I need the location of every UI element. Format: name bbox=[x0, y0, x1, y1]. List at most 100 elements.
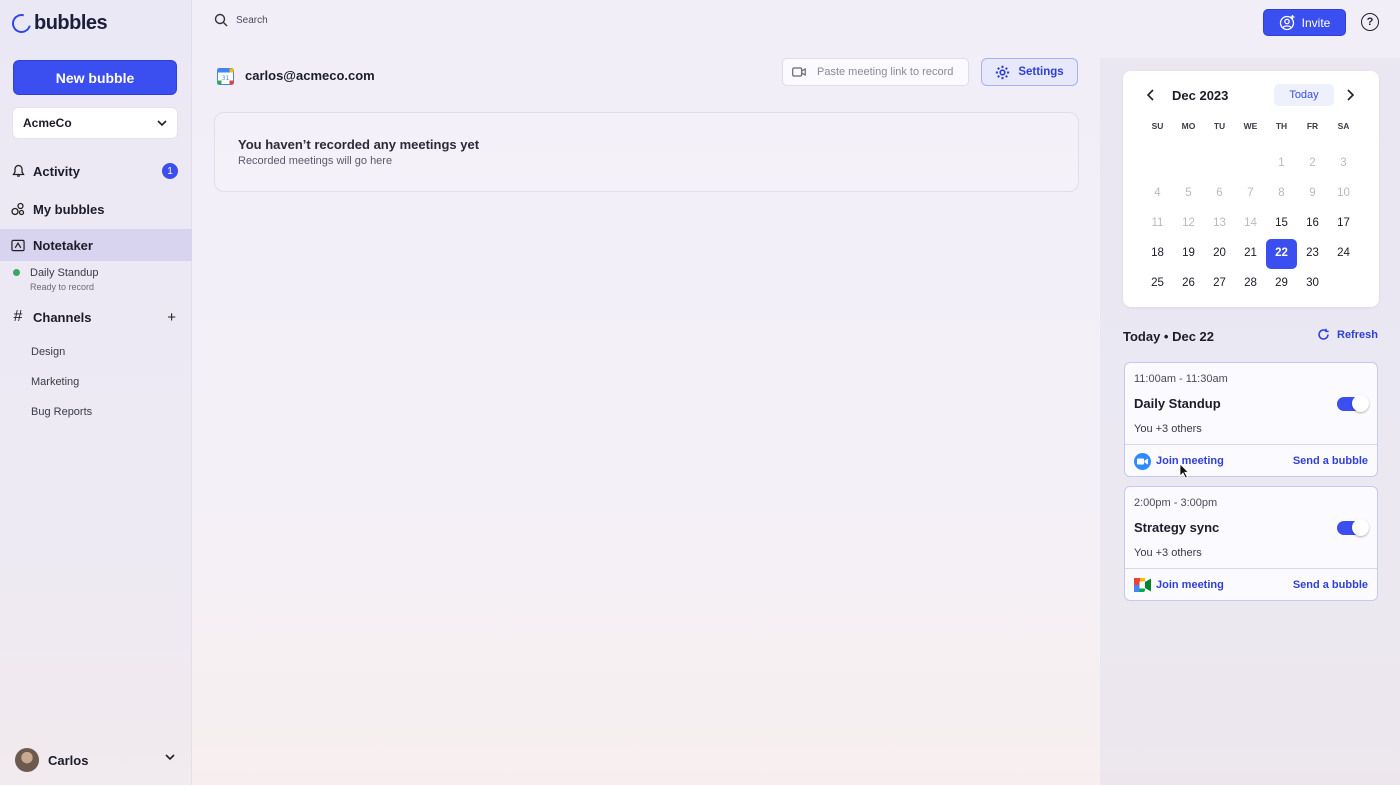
channels-header[interactable]: # Channels + bbox=[0, 308, 192, 326]
channel-marketing[interactable]: Marketing bbox=[31, 376, 79, 388]
join-meeting-link[interactable]: Join meeting bbox=[1134, 578, 1224, 592]
calendar-day[interactable]: 27 bbox=[1204, 277, 1235, 289]
meeting-actions: Join meeting Send a bubble bbox=[1125, 444, 1377, 477]
sidebar-item-activity[interactable]: Activity 1 bbox=[0, 162, 192, 180]
sidebar-item-notetaker[interactable]: Notetaker bbox=[0, 229, 192, 261]
settings-label: Settings bbox=[1018, 66, 1064, 78]
calendar-day[interactable]: 9 bbox=[1297, 187, 1328, 199]
calendar-day[interactable]: 13 bbox=[1204, 217, 1235, 229]
calendar-day-number: 29 bbox=[1275, 277, 1288, 289]
paste-meeting-link-input[interactable]: Paste meeting link to record bbox=[782, 58, 969, 86]
calendar-day[interactable]: 18 bbox=[1142, 247, 1173, 259]
zoom-icon bbox=[1134, 452, 1151, 470]
workspace-name: AcmeCo bbox=[23, 116, 72, 130]
sidebar-item-label: Notetaker bbox=[33, 237, 93, 253]
weekday-label: TH bbox=[1275, 121, 1288, 131]
calendar-day-selected[interactable]: 22 bbox=[1266, 239, 1297, 269]
calendar-day[interactable]: 7 bbox=[1235, 187, 1266, 199]
sidebar: bubbles New bubble AcmeCo Activity 1 My … bbox=[0, 0, 192, 785]
calendar-day[interactable]: 20 bbox=[1204, 247, 1235, 259]
status-dot bbox=[13, 269, 20, 276]
calendar-day-number: 6 bbox=[1216, 187, 1223, 199]
svg-text:31: 31 bbox=[222, 75, 230, 82]
calendar-weekday-row: SU MO TU WE TH FR SA bbox=[1142, 119, 1362, 133]
calendar-day-number: 5 bbox=[1185, 187, 1192, 199]
calendar-today-button[interactable]: Today bbox=[1274, 84, 1334, 106]
google-meet-icon bbox=[1134, 578, 1151, 592]
join-meeting-label: Join meeting bbox=[1156, 455, 1224, 467]
help-icon[interactable]: ? bbox=[1361, 13, 1379, 31]
calendar-day-number: 14 bbox=[1244, 217, 1257, 229]
calendar-day[interactable]: 24 bbox=[1328, 247, 1359, 259]
record-toggle[interactable] bbox=[1337, 519, 1369, 536]
calendar-day[interactable]: 10 bbox=[1328, 187, 1359, 199]
calendar-day[interactable]: 6 bbox=[1204, 187, 1235, 199]
logo-text: bubbles bbox=[34, 12, 108, 34]
bubbles-logo[interactable]: bubbles bbox=[8, 10, 108, 37]
calendar-day[interactable]: 19 bbox=[1173, 247, 1204, 259]
calendar-day[interactable]: 14 bbox=[1235, 217, 1266, 229]
meeting-name: Daily Standup bbox=[30, 267, 99, 279]
calendar-day[interactable]: 21 bbox=[1235, 247, 1266, 259]
chevron-left-icon[interactable] bbox=[1146, 88, 1156, 102]
calendar-day[interactable]: 3 bbox=[1328, 157, 1359, 169]
settings-button[interactable]: Settings bbox=[981, 58, 1078, 86]
calendar-day[interactable]: 26 bbox=[1173, 277, 1204, 289]
calendar-day-number: 8 bbox=[1278, 187, 1285, 199]
calendar-day[interactable]: 15 bbox=[1266, 217, 1297, 229]
calendar-day-number: 4 bbox=[1154, 187, 1161, 199]
calendar-day[interactable]: 16 bbox=[1297, 217, 1328, 229]
meeting-card-strategy-sync[interactable]: 2:00pm - 3:00pm Strategy sync You +3 oth… bbox=[1124, 486, 1378, 601]
calendar-day-number: 13 bbox=[1213, 217, 1226, 229]
weekday-label: FR bbox=[1306, 121, 1319, 131]
weekday-label: WE bbox=[1243, 121, 1258, 131]
weekday-label: MO bbox=[1181, 121, 1196, 131]
invite-label: Invite bbox=[1301, 15, 1331, 30]
calendar-day[interactable]: 12 bbox=[1173, 217, 1204, 229]
meeting-title: Daily Standup bbox=[1134, 396, 1221, 411]
record-toggle[interactable] bbox=[1337, 395, 1369, 412]
activity-count-badge: 1 bbox=[162, 163, 178, 179]
channel-bug-reports[interactable]: Bug Reports bbox=[31, 406, 92, 418]
calendar-day[interactable]: 5 bbox=[1173, 187, 1204, 199]
calendar-day[interactable]: 11 bbox=[1142, 217, 1173, 229]
calendar-day-number: 1 bbox=[1278, 157, 1285, 169]
send-a-bubble-link[interactable]: Send a bubble bbox=[1293, 455, 1368, 467]
notetaker-meeting-daily-standup[interactable]: Daily Standup Ready to record bbox=[30, 267, 99, 292]
calendar-day[interactable]: 30 bbox=[1297, 277, 1328, 289]
workspace-selector[interactable]: AcmeCo bbox=[12, 107, 178, 139]
refresh-label: Refresh bbox=[1337, 328, 1378, 341]
send-a-bubble-link[interactable]: Send a bubble bbox=[1293, 579, 1368, 591]
new-bubble-button[interactable]: New bubble bbox=[13, 60, 177, 95]
calendar-day[interactable]: 29 bbox=[1266, 277, 1297, 289]
calendar-day[interactable]: 23 bbox=[1297, 247, 1328, 259]
calendar-day-number: 3 bbox=[1340, 157, 1347, 169]
calendar-day-number: 22 bbox=[1275, 247, 1288, 259]
calendar-month: Dec 2023 bbox=[1172, 88, 1229, 103]
calendar-day[interactable]: 25 bbox=[1142, 277, 1173, 289]
meeting-card-daily-standup[interactable]: 11:00am - 11:30am Daily Standup You +3 o… bbox=[1124, 362, 1378, 477]
calendar-day-number: 12 bbox=[1182, 217, 1195, 229]
paste-placeholder: Paste meeting link to record bbox=[817, 66, 954, 78]
user-menu[interactable]: Carlos bbox=[15, 748, 88, 772]
add-channel-icon[interactable]: + bbox=[167, 309, 176, 326]
channel-design[interactable]: Design bbox=[31, 346, 65, 358]
calendar-day[interactable]: 2 bbox=[1297, 157, 1328, 169]
calendar-day[interactable]: 4 bbox=[1142, 187, 1173, 199]
calendar-day-number: 15 bbox=[1275, 217, 1288, 229]
refresh-button[interactable]: Refresh bbox=[1317, 328, 1378, 341]
chevron-right-icon[interactable] bbox=[1345, 88, 1355, 102]
invite-button[interactable]: Invite bbox=[1263, 9, 1346, 36]
chevron-down-icon bbox=[157, 119, 167, 126]
calendar-day-number: 2 bbox=[1309, 157, 1316, 169]
meeting-time: 2:00pm - 3:00pm bbox=[1134, 497, 1218, 509]
logo-icon bbox=[8, 10, 35, 37]
calendar-day[interactable]: 1 bbox=[1266, 157, 1297, 169]
calendar-day[interactable]: 8 bbox=[1266, 187, 1297, 199]
calendar-day[interactable]: 28 bbox=[1235, 277, 1266, 289]
search-bar[interactable]: Search bbox=[214, 13, 268, 27]
chevron-down-icon[interactable] bbox=[165, 754, 175, 761]
calendar-grid: SU MO TU WE TH FR SA 1 2 3 4 5 6 7 8 9 10 11 12 13 14 15 16 17… bbox=[1142, 119, 1362, 298]
sidebar-item-my-bubbles[interactable]: My bubbles bbox=[0, 200, 192, 218]
calendar-day[interactable]: 17 bbox=[1328, 217, 1359, 229]
